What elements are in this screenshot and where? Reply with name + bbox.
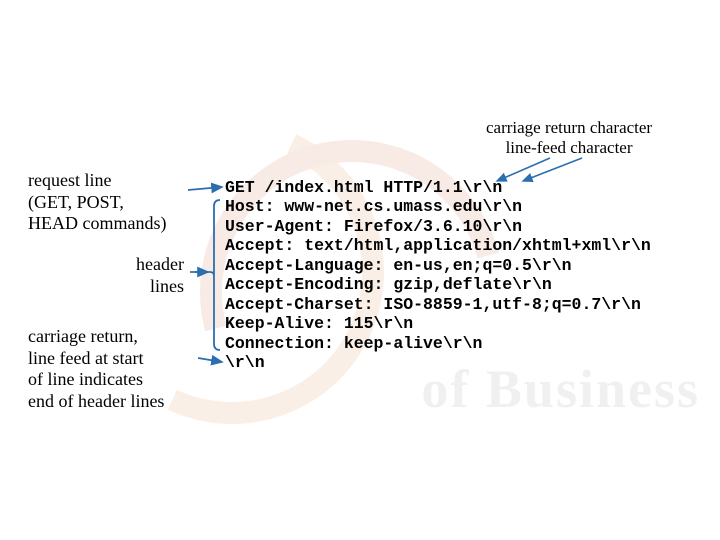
code-line: Accept: text/html,application/xhtml+xml\… xyxy=(225,236,651,255)
http-request-code: GET /index.html HTTP/1.1\r\n Host: www-n… xyxy=(225,178,651,373)
label-cr-char: carriage return character xyxy=(486,118,652,138)
label-header-lines: headerlines xyxy=(136,254,184,297)
code-line: Keep-Alive: 115\r\n xyxy=(225,314,413,333)
code-line: \r\n xyxy=(225,353,265,372)
code-line: User-Agent: Firefox/3.6.10\r\n xyxy=(225,217,522,236)
code-line: GET /index.html HTTP/1.1\r\n xyxy=(225,178,502,197)
label-carriage-return: carriage return,line feed at startof lin… xyxy=(28,326,208,412)
label-request-line: request line(GET, POST,HEAD commands) xyxy=(28,170,208,235)
code-line: Accept-Encoding: gzip,deflate\r\n xyxy=(225,275,552,294)
code-line: Connection: keep-alive\r\n xyxy=(225,334,482,353)
label-lf-char: line-feed character xyxy=(486,138,652,158)
code-line: Accept-Charset: ISO-8859-1,utf-8;q=0.7\r… xyxy=(225,295,641,314)
label-cr-lf: carriage return character line-feed char… xyxy=(486,118,652,159)
code-line: Host: www-net.cs.umass.edu\r\n xyxy=(225,197,522,216)
code-line: Accept-Language: en-us,en;q=0.5\r\n xyxy=(225,256,572,275)
